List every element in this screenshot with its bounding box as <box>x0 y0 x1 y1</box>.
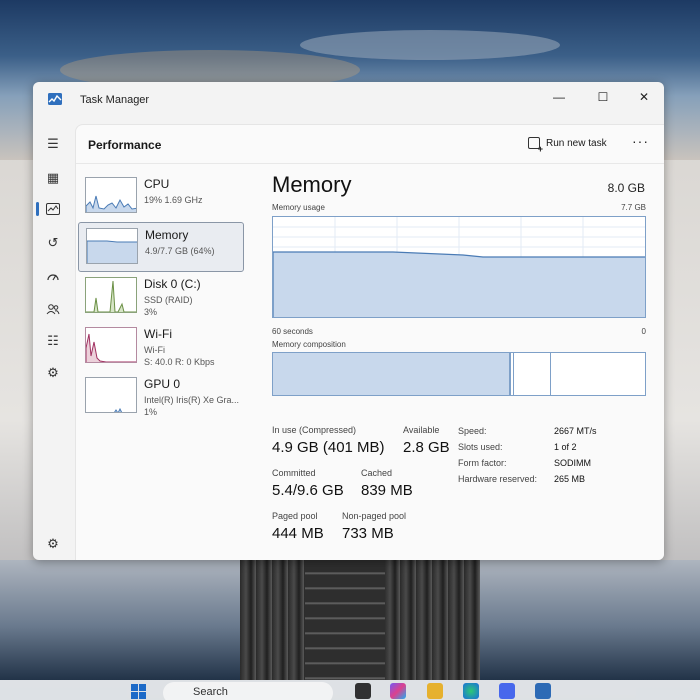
memory-thumbnail-graph <box>86 228 138 264</box>
users-icon[interactable] <box>43 299 63 319</box>
available-value: 2.8 GB <box>403 439 450 456</box>
memory-usage-plot <box>273 217 645 317</box>
paged-pool-value: 444 MB <box>272 525 324 542</box>
startup-apps-icon[interactable] <box>43 266 63 286</box>
taskbar: ⌕ Search <box>0 680 700 700</box>
windows-logo-icon <box>139 684 146 691</box>
settings-icon[interactable]: ⚙ <box>43 534 63 554</box>
minimize-button[interactable]: — <box>539 86 579 108</box>
resource-item-cpu[interactable]: CPU 19% 1.69 GHz <box>78 172 244 222</box>
in-use-label: In use (Compressed) <box>272 425 357 435</box>
title-bar[interactable]: Task Manager — ☐ ✕ <box>33 82 664 116</box>
run-new-task-button[interactable]: Run new task <box>528 137 607 154</box>
hamburger-menu-icon[interactable]: ☰ <box>43 134 63 154</box>
committed-label: Committed <box>272 468 316 478</box>
start-button[interactable] <box>131 684 147 700</box>
store-icon[interactable] <box>499 683 515 699</box>
header-divider <box>76 163 664 164</box>
active-nav-indicator <box>36 202 39 216</box>
memory-usage-graph <box>272 216 646 318</box>
non-paged-pool-value: 733 MB <box>342 525 394 542</box>
resource-item-wifi[interactable]: Wi-Fi Wi-Fi S: 40.0 R: 0 Kbps <box>78 322 244 372</box>
performance-icon[interactable] <box>43 199 63 219</box>
resource-name: Disk 0 (C:) <box>144 277 201 291</box>
composition-standby <box>514 353 551 395</box>
non-paged-pool-label: Non-paged pool <box>342 511 407 521</box>
gpu-thumbnail-graph <box>85 377 137 413</box>
resource-item-memory[interactable]: Memory 4.9/7.7 GB (64%) <box>78 222 244 272</box>
memory-total: 8.0 GB <box>607 181 645 195</box>
memory-heading: Memory <box>272 172 352 197</box>
file-explorer-icon[interactable] <box>427 683 443 699</box>
app-history-icon[interactable]: ↺ <box>43 233 63 253</box>
time-axis-end: 0 <box>641 327 646 336</box>
resource-name: Wi-Fi <box>144 327 172 341</box>
in-use-value: 4.9 GB (401 MB) <box>272 439 385 456</box>
wifi-thumbnail-graph <box>85 327 137 363</box>
edge-browser-icon[interactable] <box>463 683 479 699</box>
committed-value: 5.4/9.6 GB <box>272 482 344 499</box>
form-factor-value: SODIMM <box>554 458 591 468</box>
details-icon[interactable]: ☷ <box>43 331 63 351</box>
close-button[interactable]: ✕ <box>624 86 664 108</box>
performance-page: Performance Run new task ··· CPU 19% 1.6… <box>75 124 664 560</box>
cached-value: 839 MB <box>361 482 413 499</box>
navigation-rail: ☰ ▦ ↺ ☷ ⚙ ⚙ <box>33 116 73 560</box>
users-people-icon <box>46 304 60 315</box>
time-axis-start: 60 seconds <box>272 327 313 336</box>
resource-detail: 19% 1.69 GHz <box>144 195 203 205</box>
task-manager-window: Task Manager — ☐ ✕ ☰ ▦ ↺ ☷ ⚙ ⚙ Performan… <box>33 82 664 560</box>
slots-used-label: Slots used: <box>458 442 503 452</box>
resource-detail: Intel(R) Iris(R) Xe Gra... <box>144 395 240 405</box>
hardware-reserved-label: Hardware reserved: <box>458 474 538 484</box>
taskbar-search-box[interactable]: Search <box>163 682 333 700</box>
services-icon[interactable]: ⚙ <box>43 363 63 383</box>
run-task-icon <box>528 137 543 154</box>
task-view-icon[interactable] <box>355 683 371 699</box>
copilot-icon[interactable] <box>390 683 406 699</box>
startup-speedometer-icon <box>47 274 59 281</box>
window-title: Task Manager <box>80 94 150 106</box>
memory-composition-bar <box>272 352 646 396</box>
form-factor-label: Form factor: <box>458 458 507 468</box>
resource-item-gpu[interactable]: GPU 0 Intel(R) Iris(R) Xe Gra... 1% <box>78 372 244 422</box>
windows-logo-icon <box>131 692 138 699</box>
composition-in-use <box>273 353 510 395</box>
wallpaper-pier-steps <box>305 560 385 680</box>
resource-name: Memory <box>145 228 189 242</box>
speed-value: 2667 MT/s <box>554 426 597 436</box>
processes-icon[interactable]: ▦ <box>43 168 63 188</box>
memory-usage-max: 7.7 GB <box>621 203 646 212</box>
disk-thumbnail-graph <box>85 277 137 313</box>
run-new-task-label: Run new task <box>546 137 607 149</box>
memory-usage-label: Memory usage <box>272 203 325 212</box>
memory-composition-label: Memory composition <box>272 340 346 349</box>
resource-name: GPU 0 <box>144 377 181 391</box>
paged-pool-label: Paged pool <box>272 511 318 521</box>
performance-graph-icon <box>46 203 60 215</box>
task-manager-taskbar-icon[interactable] <box>535 683 551 699</box>
page-title: Performance <box>88 138 162 152</box>
resource-detail: Wi-Fi <box>144 345 165 355</box>
wallpaper-cloud <box>300 30 560 60</box>
task-manager-app-icon <box>48 93 62 105</box>
hardware-reserved-value: 265 MB <box>554 474 586 484</box>
cpu-thumbnail-graph <box>85 177 137 213</box>
resource-detail: 4.9/7.7 GB (64%) <box>145 246 215 256</box>
resource-detail: SSD (RAID) <box>144 295 193 305</box>
windows-logo-icon <box>139 692 146 699</box>
resource-name: CPU <box>144 177 170 191</box>
slots-used-value: 1 of 2 <box>554 442 577 452</box>
resource-detail-2: S: 40.0 R: 0 Kbps <box>144 357 215 367</box>
resource-detail-2: 3% <box>144 307 158 317</box>
more-options-button[interactable]: ··· <box>632 133 649 149</box>
windows-logo-icon <box>131 684 138 691</box>
maximize-button[interactable]: ☐ <box>583 86 623 108</box>
resource-item-disk[interactable]: Disk 0 (C:) SSD (RAID) 3% <box>78 272 244 322</box>
available-label: Available <box>403 425 440 435</box>
cached-label: Cached <box>361 468 393 478</box>
speed-label: Speed: <box>458 426 487 436</box>
resource-detail-2: 1% <box>144 407 158 417</box>
